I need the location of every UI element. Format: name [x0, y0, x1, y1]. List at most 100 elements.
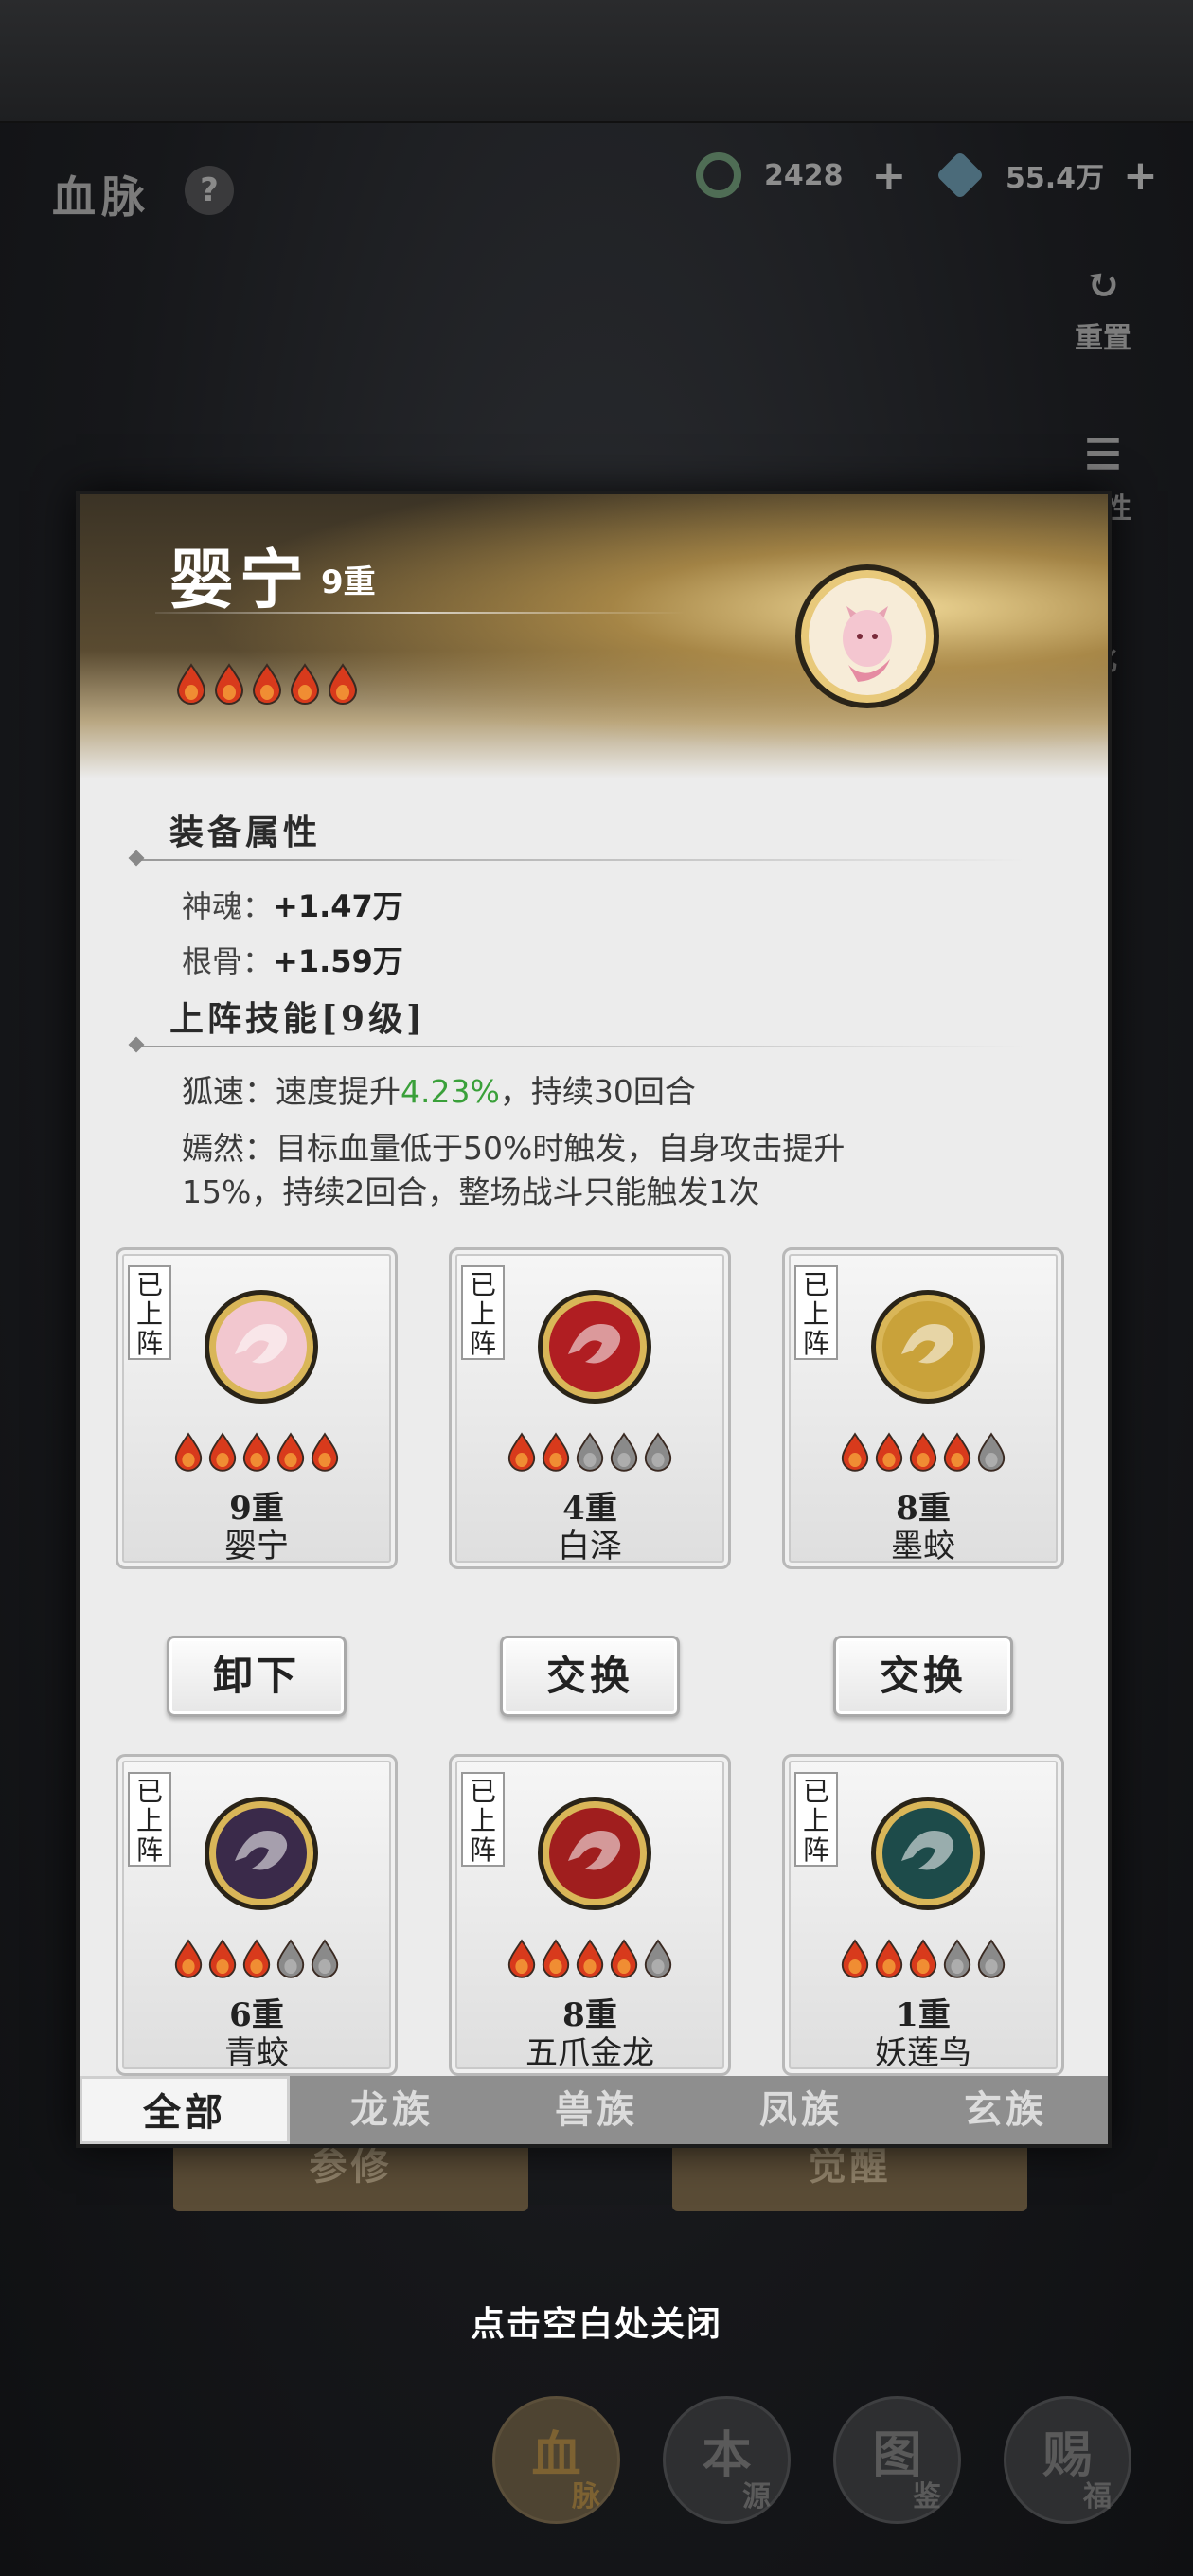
- blood-drop-empty-icon: [943, 1939, 971, 1978]
- skill-charm: 嫣然：目标血量低于50%时触发，自身攻击提升 15%，持续2回合，整场战斗只能触…: [182, 1127, 1053, 1214]
- tab-dragon[interactable]: 龙族: [290, 2076, 494, 2144]
- tab-phoenix[interactable]: 凤族: [699, 2076, 903, 2144]
- card-rank-drops: [452, 1432, 728, 1472]
- blood-drop-filled-icon: [252, 663, 282, 705]
- skill-text: 15%，持续2回合，整场战斗只能触发1次: [182, 1173, 760, 1210]
- crystal-currency: 55.4万 +: [935, 152, 1158, 200]
- attr-label: 神魂：: [182, 888, 274, 924]
- nav-bloodline-main: 血: [531, 2426, 581, 2484]
- hero-rank-drops: [174, 663, 360, 705]
- nav-bloodline-button[interactable]: 血 脉: [492, 2396, 620, 2524]
- skill-text: 嫣然：目标血量低于50%时触发，自身攻击提升: [182, 1130, 846, 1167]
- swap-button[interactable]: 交换: [500, 1636, 680, 1717]
- nav-bloodline-sub: 脉: [572, 2480, 600, 2513]
- swap-button[interactable]: 交换: [833, 1636, 1013, 1717]
- attr-label: 根骨：: [182, 943, 274, 979]
- nav-blessing-button[interactable]: 赐 福: [1004, 2396, 1131, 2524]
- tab-all[interactable]: 全部: [80, 2076, 290, 2144]
- blood-drop-empty-icon: [977, 1939, 1006, 1978]
- jade-icon: [696, 152, 741, 198]
- blood-drop-filled-icon: [909, 1939, 937, 1978]
- modal-header: 婴宁 9重: [80, 494, 1108, 778]
- unequip-button[interactable]: 卸下: [167, 1636, 347, 1717]
- blood-drop-filled-icon: [507, 1939, 536, 1978]
- blood-drop-filled-icon: [328, 663, 358, 705]
- blood-drop-empty-icon: [977, 1432, 1006, 1472]
- add-crystal-button[interactable]: +: [1123, 152, 1158, 200]
- bottom-nav: 血 脉 本 源 图 鉴 赐 福: [0, 2396, 1193, 2576]
- help-icon[interactable]: ?: [185, 166, 234, 215]
- deployed-badge: 已上阵: [128, 1772, 171, 1867]
- blood-drop-filled-icon: [311, 1432, 339, 1472]
- blood-drop-empty-icon: [311, 1939, 339, 1978]
- blood-drop-filled-icon: [875, 1939, 903, 1978]
- card-rank-drops: [118, 1432, 395, 1472]
- section-divider: [136, 1046, 1026, 1047]
- jade-amount: 2428: [764, 158, 844, 192]
- blood-drop-empty-icon: [610, 1432, 638, 1472]
- bloodline-detail-modal: 婴宁 9重 装备属性 神魂：+1.47万 根骨：+1.59万 上阵技能[9级]: [76, 491, 1112, 2148]
- deployed-badge: 已上阵: [794, 1772, 838, 1867]
- blood-drop-filled-icon: [174, 1432, 203, 1472]
- blood-drop-filled-icon: [290, 663, 320, 705]
- blood-drop-filled-icon: [841, 1939, 869, 1978]
- nav-codex-sub: 鉴: [913, 2480, 941, 2513]
- blood-drop-filled-icon: [576, 1939, 604, 1978]
- black-dragon-avatar-icon: [871, 1290, 985, 1404]
- modal-scroll-area[interactable]: 婴宁 9重 装备属性 神魂：+1.47万 根骨：+1.59万 上阵技能[9级]: [80, 494, 1108, 2076]
- card-name: 五爪金龙: [525, 2034, 654, 2072]
- fox-avatar-icon: [795, 564, 939, 708]
- reset-label: 重置: [1075, 322, 1131, 355]
- bloodline-card[interactable]: 已上阵 8重 五爪金龙: [449, 1754, 731, 2076]
- card-name: 青蛟: [224, 2034, 289, 2072]
- skill-text: ，持续30回合: [499, 1073, 696, 1110]
- tab-xuan[interactable]: 玄族: [903, 2076, 1108, 2144]
- add-jade-button[interactable]: +: [872, 152, 907, 200]
- category-tab-bar: 全部 龙族 兽族 凤族 玄族: [80, 2076, 1108, 2144]
- blood-drop-empty-icon: [644, 1432, 672, 1472]
- reset-icon: ↻: [1085, 260, 1121, 309]
- bloodline-card[interactable]: 已上阵 1重 妖莲鸟: [782, 1754, 1064, 2076]
- bloodline-card[interactable]: 已上阵 4重 白泽: [449, 1247, 731, 1569]
- card-rank-drops: [452, 1939, 728, 1978]
- reset-button[interactable]: ↻ 重置: [1060, 260, 1146, 356]
- deployed-badge: 已上阵: [461, 1772, 505, 1867]
- skill-highlight-value: 4.23%: [401, 1073, 500, 1110]
- list-icon: ☰: [1084, 431, 1122, 479]
- nav-origin-main: 本: [702, 2426, 752, 2484]
- skill-fox-speed: 狐速：速度提升4.23%，持续30回合: [182, 1070, 1053, 1114]
- crystal-amount: 55.4万: [1006, 162, 1105, 195]
- nav-origin-button[interactable]: 本 源: [663, 2396, 791, 2524]
- blood-drop-filled-icon: [214, 663, 244, 705]
- close-hint[interactable]: 点击空白处关闭: [0, 2297, 1193, 2346]
- card-name: 墨蛟: [891, 1528, 955, 1565]
- card-rank-drops: [785, 1432, 1061, 1472]
- card-rank-drops: [118, 1939, 395, 1978]
- tab-beast[interactable]: 兽族: [494, 2076, 699, 2144]
- blood-drop-filled-icon: [242, 1432, 271, 1472]
- blood-drop-empty-icon: [276, 1939, 305, 1978]
- card-name: 婴宁: [224, 1528, 289, 1565]
- equip-attributes-title: 装备属性: [169, 813, 322, 852]
- blood-drop-filled-icon: [507, 1432, 536, 1472]
- golden-dragon-avatar-icon: [538, 1797, 651, 1910]
- nav-codex-main: 图: [872, 2426, 922, 2484]
- bloodline-card[interactable]: 已上阵 8重 墨蛟: [782, 1247, 1064, 1569]
- blood-drop-filled-icon: [208, 1432, 237, 1472]
- section-divider: [136, 859, 1026, 861]
- nav-codex-button[interactable]: 图 鉴: [833, 2396, 961, 2524]
- hero-name: 婴宁: [169, 543, 311, 618]
- attr-row-bone: 根骨：+1.59万: [182, 938, 403, 981]
- bloodline-card[interactable]: 已上阵 9重 婴宁: [116, 1247, 398, 1569]
- fox-avatar-icon: [205, 1290, 318, 1404]
- blood-drop-filled-icon: [909, 1432, 937, 1472]
- bloodline-card[interactable]: 已上阵 6重 青蛟: [116, 1754, 398, 2076]
- deployed-badge: 已上阵: [794, 1265, 838, 1360]
- blood-drop-filled-icon: [943, 1432, 971, 1472]
- blood-drop-filled-icon: [276, 1432, 305, 1472]
- blood-drop-filled-icon: [208, 1939, 237, 1978]
- cyan-serpent-avatar-icon: [871, 1797, 985, 1910]
- blood-drop-filled-icon: [610, 1939, 638, 1978]
- blood-drop-filled-icon: [875, 1432, 903, 1472]
- attr-value: +1.47万: [273, 888, 403, 924]
